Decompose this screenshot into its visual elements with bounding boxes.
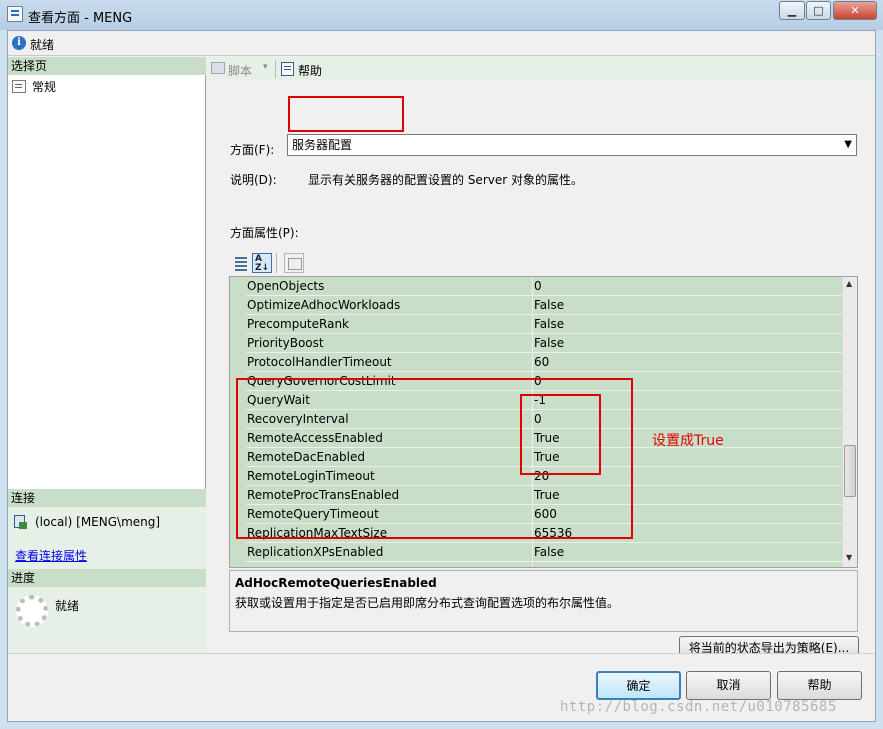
facet-properties-label: 方面属性(P):: [230, 226, 299, 240]
script-icon: [211, 62, 225, 74]
connection-header: 连接: [8, 489, 206, 507]
dialog-window: 查看方面 - MENG ▁ □ ✕ i 就绪 选择页 常规 连接 (local)…: [0, 0, 883, 729]
property-value[interactable]: False: [534, 336, 834, 350]
property-row[interactable]: ReplicationXPsEnabled False: [246, 543, 842, 562]
script-button[interactable]: 脚本: [228, 62, 252, 79]
property-value[interactable]: 60: [534, 355, 834, 369]
toolbar-separator: [275, 60, 276, 78]
help-panel-title: AdHocRemoteQueriesEnabled: [235, 576, 437, 590]
grid-toolbar-separator: [276, 253, 277, 273]
main-pane: 脚本 ▾ 帮助 方面(F): 服务器配置 ▼ 说明(D): 显示有关服务器的配置…: [207, 57, 875, 660]
property-row[interactable]: OptimizeAdhocWorkloads False: [246, 296, 842, 315]
ok-button[interactable]: 确定: [596, 671, 681, 700]
toolbar: 脚本 ▾ 帮助: [207, 57, 875, 81]
info-icon: i: [12, 36, 26, 50]
progress-text: 就绪: [55, 599, 80, 613]
property-name: OptimizeAdhocWorkloads: [247, 298, 401, 312]
script-dropdown-icon[interactable]: ▾: [263, 62, 268, 72]
property-grid-scrollbar[interactable]: ▲ ▼: [842, 277, 857, 567]
facet-select-value: 服务器配置: [292, 138, 353, 152]
close-button[interactable]: ✕: [833, 1, 877, 20]
help-book-icon: [281, 62, 294, 76]
categorized-view-icon[interactable]: [231, 253, 251, 273]
connection-block: (local) [MENG\meng] 查看连接属性: [8, 507, 206, 569]
property-name: PriorityBoost: [247, 336, 324, 350]
minimize-button[interactable]: ▁: [779, 1, 805, 20]
property-row[interactable]: PrecomputeRank False: [246, 315, 842, 334]
property-name: ReplicationXPsEnabled: [247, 545, 384, 559]
values-highlight-box: [520, 394, 601, 475]
connection-text: (local) [MENG\meng]: [35, 515, 161, 529]
property-row[interactable]: ProtocolHandlerTimeout 60: [246, 353, 842, 372]
select-page-header: 选择页: [8, 57, 206, 75]
property-row[interactable]: OpenObjects 0: [246, 277, 842, 296]
page-icon: [12, 80, 26, 93]
property-name: ProtocolHandlerTimeout: [247, 355, 392, 369]
property-pages-icon[interactable]: [284, 253, 304, 273]
left-pane: 选择页 常规 连接 (local) [MENG\meng] 查看连接属性 进度 …: [8, 57, 206, 653]
view-connection-properties-link[interactable]: 查看连接属性: [15, 547, 87, 564]
server-connection-icon: [13, 515, 27, 529]
watermark: http://blog.csdn.net/u010785685: [560, 699, 837, 715]
dialog-client: i 就绪 选择页 常规 连接 (local) [MENG\meng] 查看连接属…: [7, 30, 876, 722]
property-help-panel: AdHocRemoteQueriesEnabled 获取或设置用于指定是否已启用…: [229, 570, 858, 632]
alphabetical-view-icon[interactable]: A Z↓: [252, 253, 272, 273]
description-text: 显示有关服务器的配置设置的 Server 对象的属性。: [308, 173, 583, 187]
annotation-text: 设置成True: [652, 433, 724, 449]
facet-select[interactable]: 服务器配置 ▼: [287, 134, 857, 156]
cancel-button[interactable]: 取消: [686, 671, 771, 700]
app-icon: [7, 6, 23, 22]
nav-item-general[interactable]: 常规: [10, 78, 56, 96]
status-text: 就绪: [30, 38, 55, 52]
nav-item-label: 常规: [32, 80, 57, 94]
help-panel-description: 获取或设置用于指定是否已启用即席分布式查询配置选项的布尔属性值。: [235, 596, 620, 610]
scroll-down-icon[interactable]: ▼: [846, 553, 852, 562]
status-bar: i 就绪: [8, 31, 875, 56]
title-bar[interactable]: 查看方面 - MENG ▁ □ ✕: [0, 0, 883, 30]
facet-label: 方面(F):: [230, 143, 275, 157]
property-value[interactable]: 0: [534, 279, 834, 293]
dropdown-arrow-icon[interactable]: ▼: [844, 135, 852, 155]
progress-block: 就绪: [8, 587, 206, 653]
scrollbar-thumb[interactable]: [844, 445, 856, 497]
maximize-button[interactable]: □: [806, 1, 831, 20]
property-value[interactable]: False: [534, 545, 834, 559]
property-row[interactable]: PriorityBoost False: [246, 334, 842, 353]
progress-spinner-icon: [16, 595, 48, 627]
property-name: PrecomputeRank: [247, 317, 349, 331]
window-title: 查看方面 - MENG: [28, 11, 133, 26]
property-name: OpenObjects: [247, 279, 325, 293]
progress-header: 进度: [8, 569, 206, 587]
help-button[interactable]: 帮助: [777, 671, 862, 700]
help-toolbar-button[interactable]: 帮助: [298, 62, 322, 79]
property-value[interactable]: False: [534, 298, 834, 312]
facet-highlight-box: [288, 96, 404, 132]
description-label: 说明(D):: [230, 173, 277, 187]
property-value[interactable]: False: [534, 317, 834, 331]
scroll-up-icon[interactable]: ▲: [846, 279, 852, 288]
